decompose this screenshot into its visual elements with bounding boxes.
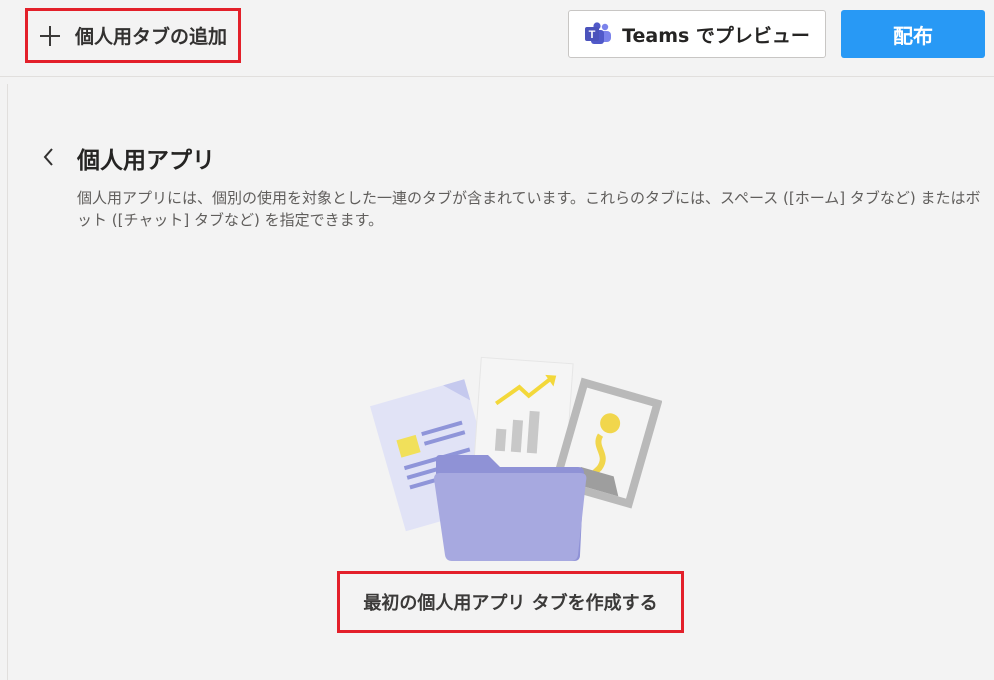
create-first-tab-button[interactable]: 最初の個人用アプリ タブを作成する [337, 571, 684, 633]
plus-icon [39, 25, 61, 47]
top-toolbar: 個人用タブの追加 T Teams でプレビュー 配布 [0, 0, 994, 77]
page-title: 個人用アプリ [77, 148, 215, 174]
left-divider [7, 84, 8, 680]
publish-button[interactable]: 配布 [841, 10, 985, 58]
back-button[interactable] [38, 144, 60, 170]
svg-text:T: T [589, 29, 596, 41]
preview-in-teams-button[interactable]: T Teams でプレビュー [568, 10, 826, 58]
folder-documents-illustration [370, 356, 662, 561]
page-description: 個人用アプリには、個別の使用を対象とした一連のタブが含まれています。これらのタブ… [77, 189, 981, 229]
preview-in-teams-label: Teams でプレビュー [622, 24, 810, 47]
add-personal-tab-label: 個人用タブの追加 [75, 26, 228, 48]
add-personal-tab-button[interactable]: 個人用タブの追加 [25, 8, 241, 63]
teams-logo-icon: T [585, 22, 612, 44]
chevron-left-icon [43, 148, 53, 166]
